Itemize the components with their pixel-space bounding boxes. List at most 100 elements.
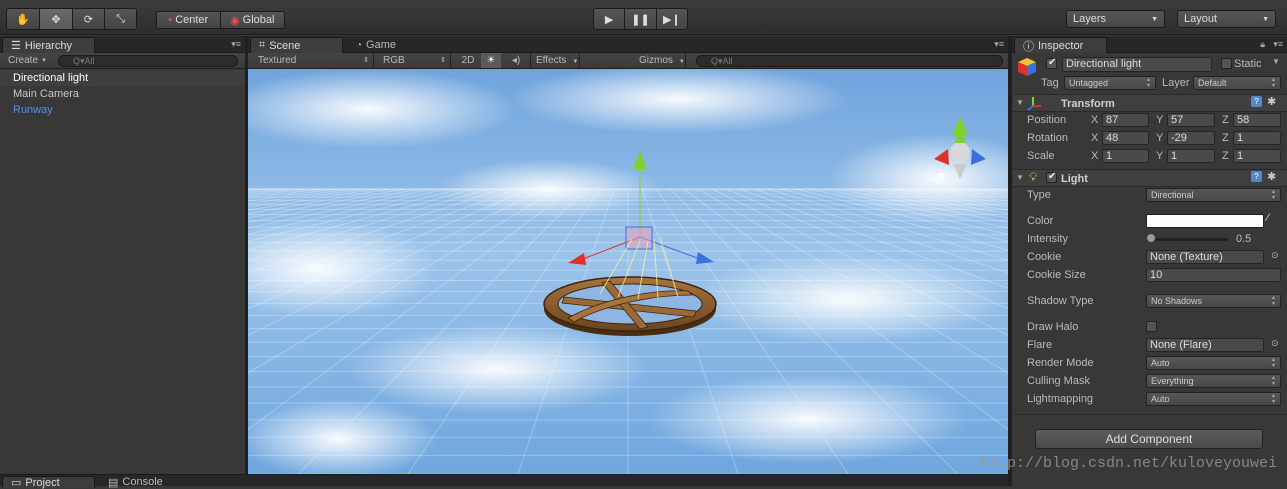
gizmos-dropdown[interactable]: Gizmos ▼ xyxy=(636,53,686,68)
rotate-tool-icon[interactable]: ⟳ xyxy=(73,9,105,29)
tab-console[interactable]: ▤ Console xyxy=(100,476,193,489)
play-controls: ▶ ❚❚ ▶❙ xyxy=(593,8,688,30)
transform-title: Transform xyxy=(1061,98,1115,110)
pause-icon[interactable]: ❚❚ xyxy=(625,9,657,29)
tab-inspector[interactable]: ⓘ Inspector xyxy=(1014,37,1107,53)
tab-project[interactable]: ▭ Project xyxy=(2,476,95,489)
rotation-x-field[interactable]: 48 xyxy=(1102,131,1149,145)
position-z-field[interactable]: 58 xyxy=(1233,113,1281,127)
gear-icon[interactable]: ✱ xyxy=(1267,95,1276,108)
shading-dropdown[interactable]: Textured ⇕ xyxy=(248,53,374,68)
grid-icon: ⌗ xyxy=(259,39,266,51)
scene-tabbar: ⌗ Scene ◔ Game ▾≡ xyxy=(248,36,1008,53)
hand-tool-icon[interactable]: ✋ xyxy=(7,9,40,29)
add-component-button[interactable]: Add Component xyxy=(1035,429,1263,449)
layers-label: Layers xyxy=(1073,13,1107,25)
foldout-arrow-icon[interactable]: ▼ xyxy=(1016,173,1024,182)
position-y-field[interactable]: 57 xyxy=(1167,113,1215,127)
render-mode-dropdown[interactable]: Auto xyxy=(1146,356,1281,370)
y-label: Y xyxy=(1156,114,1164,126)
y-label: Y xyxy=(1156,132,1164,144)
tab-hierarchy[interactable]: ☰ Hierarchy xyxy=(2,37,95,53)
scene-search-input[interactable]: Q▾All xyxy=(696,55,1003,67)
rotation-y-field[interactable]: -29 xyxy=(1167,131,1215,145)
flare-field[interactable]: None (Flare) xyxy=(1146,338,1264,352)
audio-toggle-icon[interactable]: ◂) xyxy=(506,53,526,68)
list-icon: ☰ xyxy=(11,40,21,52)
create-dropdown[interactable]: Create xyxy=(8,55,38,66)
render-mode-dropdown[interactable]: RGB ⇕ xyxy=(375,53,451,68)
scale-y-field[interactable]: 1 xyxy=(1167,149,1215,163)
intensity-value[interactable]: 0.5 xyxy=(1236,232,1251,246)
tab-scene[interactable]: ⌗ Scene xyxy=(250,37,343,53)
gear-icon[interactable]: ✱ xyxy=(1267,170,1276,183)
culling-mask-dropdown[interactable]: Everything xyxy=(1146,374,1281,388)
object-picker-icon[interactable]: ⊙ xyxy=(1271,250,1279,261)
lock-icon[interactable]: 🔒︎ xyxy=(1260,39,1265,50)
layers-dropdown[interactable]: Layers ▼ xyxy=(1066,10,1165,28)
pivot-global-button[interactable]: ◉ Global xyxy=(220,12,284,28)
info-icon: ⓘ xyxy=(1023,40,1034,53)
panel-menu-icon[interactable]: ▾≡ xyxy=(231,39,241,50)
eyedropper-icon[interactable]: ⁄ xyxy=(1267,212,1269,224)
scale-tool-icon[interactable]: ⤡ xyxy=(105,9,136,29)
render-mode-label: Render Mode xyxy=(1027,357,1094,369)
hierarchy-item-main-camera[interactable]: Main Camera xyxy=(0,86,244,102)
tab-game[interactable]: ◔ Game xyxy=(348,37,441,53)
hierarchy-panel: ☰ Hierarchy ▾≡ Create ▼ Q▾All Directional… xyxy=(0,36,245,474)
step-icon[interactable]: ▶❙ xyxy=(656,9,687,29)
layout-dropdown[interactable]: Layout ▼ xyxy=(1177,10,1276,28)
create-arrow-icon: ▼ xyxy=(41,57,47,64)
panel-menu-icon[interactable]: ▾≡ xyxy=(1273,39,1283,50)
color-swatch[interactable] xyxy=(1146,214,1264,228)
rotation-z-field[interactable]: 1 xyxy=(1233,131,1281,145)
help-book-icon[interactable]: ? xyxy=(1251,96,1262,107)
y-label: Y xyxy=(1156,150,1164,162)
draw-halo-checkbox[interactable] xyxy=(1146,321,1157,332)
object-active-checkbox[interactable] xyxy=(1046,57,1057,69)
transform-axes-icon xyxy=(1027,95,1043,111)
draw-halo-label: Draw Halo xyxy=(1027,321,1079,333)
light-title: Light xyxy=(1061,173,1088,185)
cookie-size-field[interactable]: 10 xyxy=(1146,268,1281,282)
static-checkbox[interactable] xyxy=(1221,58,1232,69)
move-tool-icon[interactable]: ✥ xyxy=(40,9,73,29)
scale-z-field[interactable]: 1 xyxy=(1233,149,1281,163)
static-label: Static xyxy=(1234,58,1262,70)
toggle-2d-button[interactable]: 2D xyxy=(458,53,478,68)
position-x-field[interactable]: 87 xyxy=(1102,113,1149,127)
intensity-label: Intensity xyxy=(1027,233,1068,245)
pivot-center-button[interactable]: ▪ Center xyxy=(157,12,221,28)
tab-project-label: Project xyxy=(25,476,60,489)
help-book-icon[interactable]: ? xyxy=(1251,171,1262,182)
lightmapping-dropdown[interactable]: Auto xyxy=(1146,392,1281,406)
layer-dropdown[interactable]: Default xyxy=(1193,76,1281,90)
panel-menu-icon[interactable]: ▾≡ xyxy=(994,39,1004,50)
light-enabled-checkbox[interactable] xyxy=(1046,171,1057,183)
position-label: Position xyxy=(1027,114,1067,126)
scene-viewport[interactable]: ◥ xyxy=(248,69,1008,474)
play-icon[interactable]: ▶ xyxy=(594,9,626,29)
tab-inspector-label: Inspector xyxy=(1038,39,1084,52)
intensity-slider-track[interactable] xyxy=(1146,238,1228,241)
object-picker-icon[interactable]: ⊙ xyxy=(1271,338,1279,349)
hierarchy-search-input[interactable]: Q▾All xyxy=(58,55,238,67)
transform-header[interactable] xyxy=(1013,94,1287,112)
tag-dropdown[interactable]: Untagged xyxy=(1064,76,1156,90)
shadow-type-dropdown[interactable]: No Shadows xyxy=(1146,294,1281,308)
light-type-dropdown[interactable]: Directional xyxy=(1146,188,1281,202)
scale-x-field[interactable]: 1 xyxy=(1102,149,1149,163)
hierarchy-item-runway[interactable]: Runway xyxy=(0,102,244,118)
static-dropdown-icon[interactable]: ▼ xyxy=(1272,57,1280,66)
lighting-toggle-icon[interactable]: ☀ xyxy=(481,53,501,68)
pivot-global-label: Global xyxy=(242,14,275,26)
lightmapping-label: Lightmapping xyxy=(1027,393,1094,405)
hierarchy-item-directional-light[interactable]: Directional light xyxy=(0,70,244,86)
inspector-tabbar: ⓘ Inspector 🔒︎ ▾≡ xyxy=(1012,36,1287,53)
cookie-field[interactable]: None (Texture) xyxy=(1146,250,1264,264)
layer-label: Layer xyxy=(1162,77,1190,89)
effects-dropdown[interactable]: Effects ▼ xyxy=(530,53,580,68)
foldout-arrow-icon[interactable]: ▼ xyxy=(1016,98,1024,107)
culling-mask-label: Culling Mask xyxy=(1027,375,1090,387)
object-name-field[interactable]: Directional light xyxy=(1062,57,1212,72)
